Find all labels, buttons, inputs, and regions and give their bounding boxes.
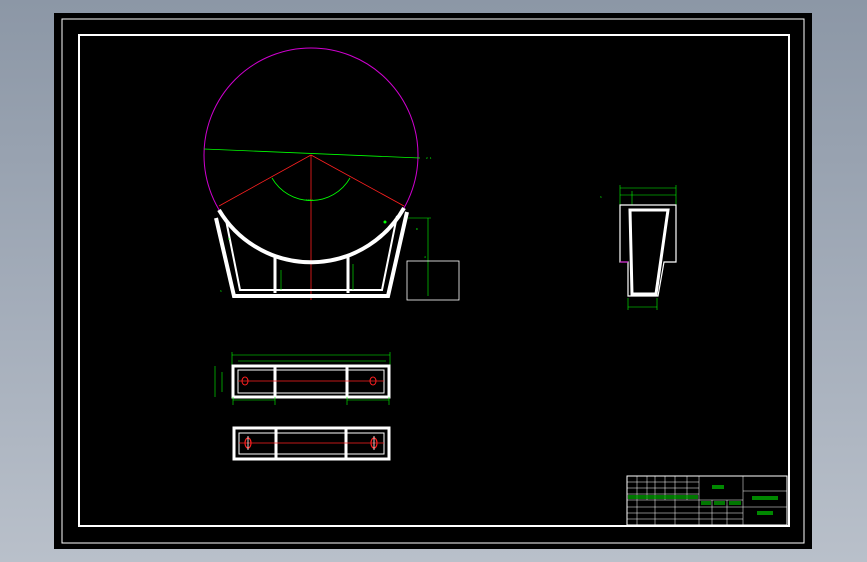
angle-label: 120° (306, 198, 313, 202)
circle-dim-label: ⌀ 1 (426, 156, 432, 160)
base-left-label: h (220, 289, 222, 293)
side-dim-label: d (424, 255, 426, 259)
cad-drawing-canvas: ⌀ 1 120° R d R h h (54, 13, 812, 549)
height-dim-label: R (416, 227, 418, 231)
title-cell-a (701, 501, 711, 505)
left-radius-label: R (228, 237, 230, 241)
drawing-sheet (54, 13, 812, 549)
part-name-mark (712, 485, 724, 489)
company-mark (752, 496, 778, 500)
title-cell-c (729, 501, 741, 505)
drawing-number-mark (757, 511, 773, 515)
side-left-label: h (600, 195, 602, 199)
title-cell-b (714, 501, 725, 505)
callout-dot (383, 220, 387, 224)
title-row-highlight (628, 495, 698, 499)
